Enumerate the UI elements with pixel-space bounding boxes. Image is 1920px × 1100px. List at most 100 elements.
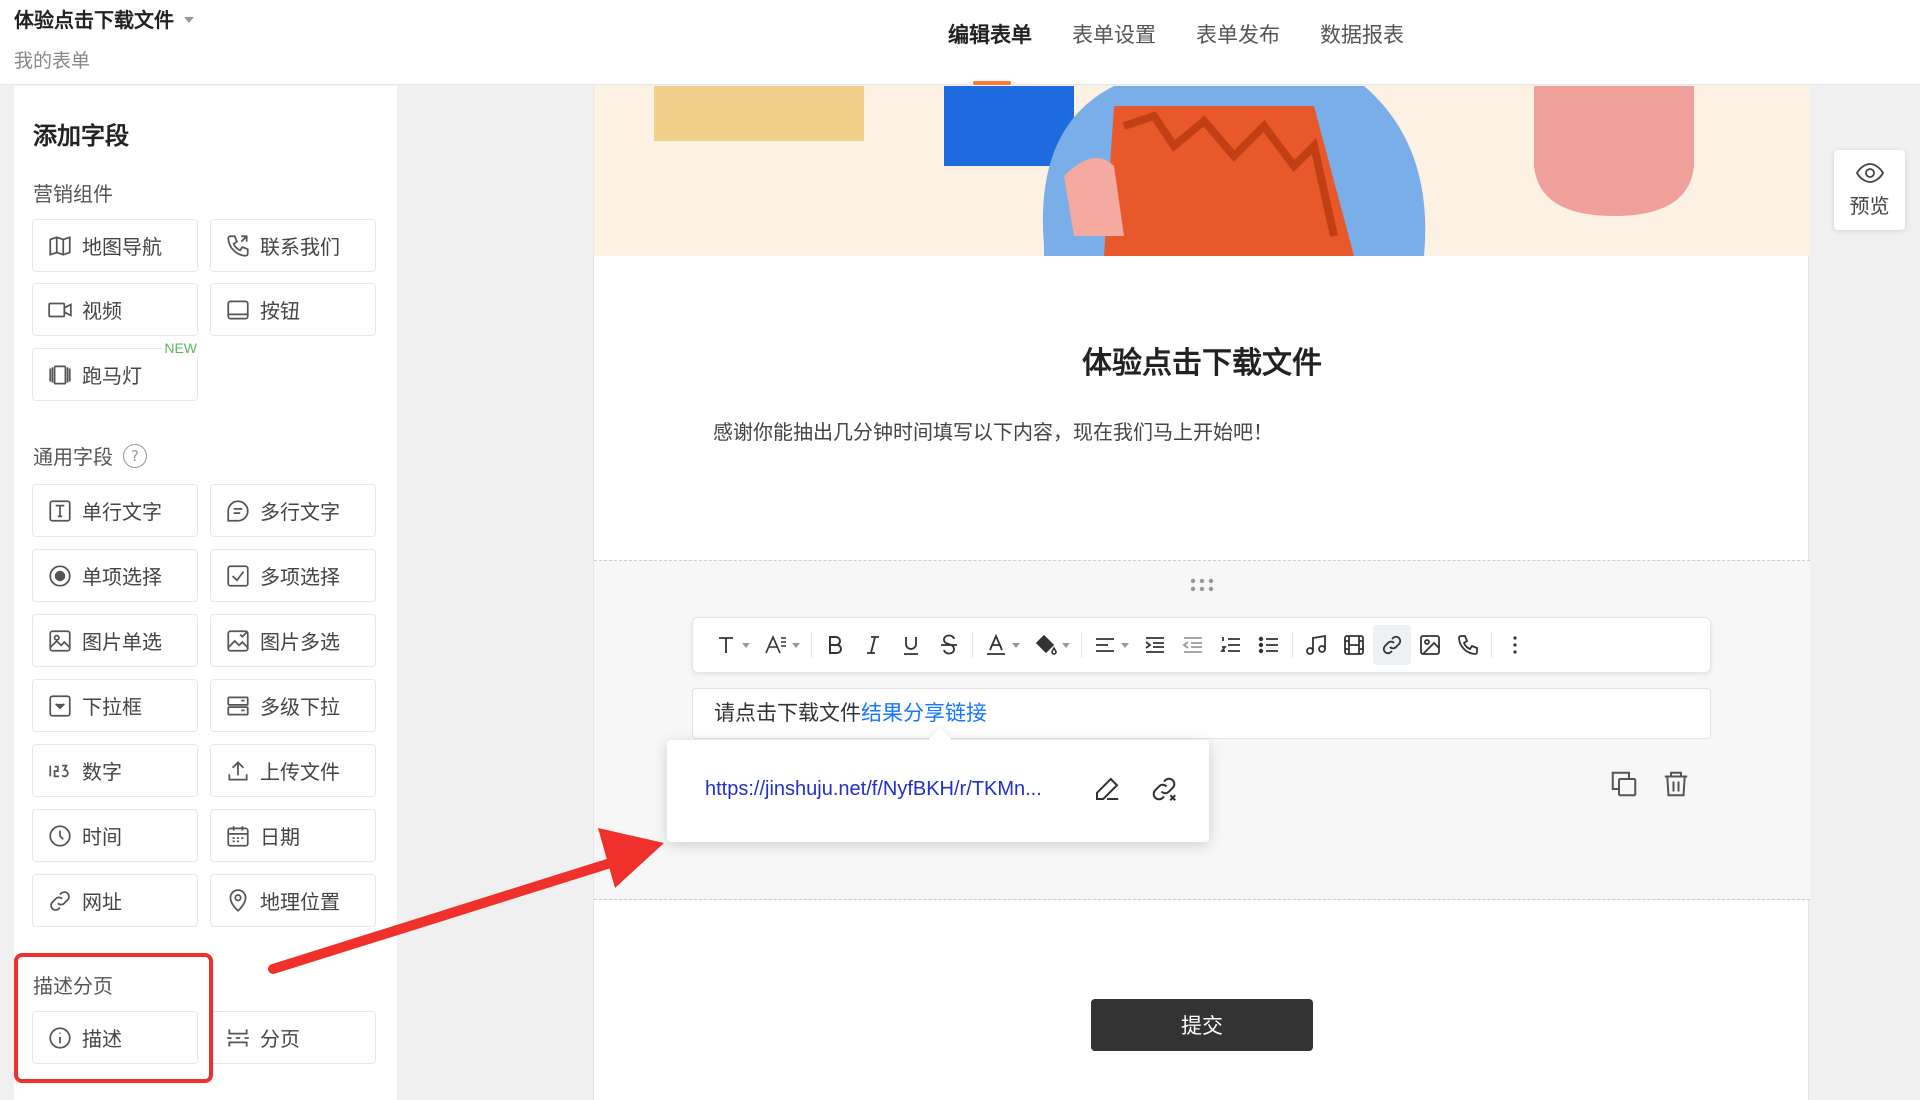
chevron-down-icon[interactable] [184,16,194,23]
calendar-icon [227,825,249,847]
tab-data-report[interactable]: 数据报表 [1320,0,1404,85]
popup-url[interactable]: https://jinshuju.net/f/NyfBKH/r/TKMn... [705,778,1042,801]
form-title[interactable]: 体验点击下载文件 [14,4,174,33]
music-icon [1306,634,1326,655]
link-button[interactable] [1373,625,1411,665]
trash-icon[interactable] [1661,769,1691,799]
field-label: 日期 [260,825,300,849]
field-label: 单项选择 [82,565,162,589]
video-embed-button[interactable] [1335,625,1373,665]
rich-text-input[interactable]: 请点击下载文件结果分享链接 [692,688,1711,739]
phone-button[interactable] [1449,625,1487,665]
submit-button[interactable]: 提交 [1091,999,1313,1051]
text-field-icon [49,499,71,522]
indent-button[interactable] [1136,625,1174,665]
video-icon [48,302,72,317]
paint-bucket-icon [1035,634,1057,655]
unlink-icon[interactable] [1149,774,1179,804]
field-location[interactable]: 地理位置 [210,874,376,927]
field-upload-file[interactable]: 上传文件 [210,744,376,797]
image-button[interactable] [1411,625,1449,665]
phone-icon [227,234,249,257]
field-url[interactable]: 网址 [32,874,198,927]
font-style-button[interactable] [757,625,807,665]
cascade-icon [227,695,249,716]
field-cascade-dropdown[interactable]: 多级下拉 [210,679,376,732]
link-icon [1382,635,1402,655]
field-multi-choice[interactable]: 多项选择 [210,549,376,602]
field-label: 网址 [82,890,122,914]
field-single-choice[interactable]: 单项选择 [32,549,198,602]
new-badge: NEW [162,340,199,356]
field-number[interactable]: 数字 [32,744,198,797]
field-video[interactable]: 视频 [32,283,198,336]
field-label: 跑马灯 [82,364,142,388]
preview-label: 预览 [1849,193,1890,218]
strikethrough-button[interactable] [930,625,968,665]
copy-icon[interactable] [1609,769,1639,799]
field-marquee[interactable]: 跑马灯 NEW [32,340,199,401]
field-dropdown[interactable]: 下拉框 [32,679,198,732]
main-tabs: 编辑表单 表单设置 表单发布 数据报表 [948,0,1404,85]
field-page-break[interactable]: 分页 [210,1011,376,1064]
field-single-line-text[interactable]: 单行文字 [32,484,198,537]
audio-button[interactable] [1297,625,1335,665]
more-button[interactable] [1496,625,1534,665]
tab-edit-form[interactable]: 编辑表单 [948,0,1032,85]
description-block[interactable]: 请点击下载文件结果分享链接 https://jinshuju.net/f/Nyf… [594,560,1810,900]
field-label: 视频 [82,299,122,323]
page-break-icon [227,1028,249,1047]
form-banner-image [594,86,1810,256]
strikethrough-icon [941,634,957,655]
field-label: 时间 [82,825,122,849]
highlight-color-button[interactable] [1027,625,1077,665]
indent-icon [1145,637,1164,653]
field-contact-us[interactable]: 联系我们 [210,219,376,272]
field-image-single[interactable]: 图片单选 [32,614,198,667]
field-time[interactable]: 时间 [32,809,198,862]
number-icon [49,764,69,777]
ordered-list-button[interactable] [1212,625,1250,665]
field-button[interactable]: 按钮 [210,283,376,336]
font-size-button[interactable] [707,625,757,665]
field-label: 按钮 [260,299,300,323]
bullet-list-button[interactable] [1250,625,1288,665]
section-title-general-label: 通用字段 [33,445,113,469]
eye-icon [1855,162,1884,183]
field-multi-line-text[interactable]: 多行文字 [210,484,376,537]
top-header: 体验点击下载文件 我的表单 编辑表单 表单设置 表单发布 数据报表 [0,0,1920,85]
field-image-multi[interactable]: 图片多选 [210,614,376,667]
preview-button[interactable]: 预览 [1834,150,1905,230]
highlight-box [14,953,213,1083]
field-label: 图片单选 [82,630,162,654]
dropdown-icon [49,694,71,717]
underline-button[interactable] [892,625,930,665]
field-label: 上传文件 [260,760,340,784]
font-color-button[interactable] [977,625,1027,665]
selected-link-text[interactable]: 结果分享链接 [861,701,987,725]
banner-illustration [654,86,1694,256]
form-intro-text[interactable]: 感谢你能抽出几分钟时间填写以下内容，现在我们马上开始吧！ [713,416,1273,445]
bold-button[interactable] [816,625,854,665]
tab-form-settings[interactable]: 表单设置 [1072,0,1156,85]
field-label: 联系我们 [260,235,340,259]
help-icon[interactable]: ? [123,443,147,468]
italic-button[interactable] [854,625,892,665]
checkbox-icon [227,564,249,587]
align-button[interactable] [1086,625,1136,665]
section-title-general: 通用字段 ? [33,441,147,470]
field-date[interactable]: 日期 [210,809,376,862]
field-label: 多级下拉 [260,695,340,719]
field-label: 数字 [82,760,122,784]
bullet-list-icon [1258,636,1278,654]
underline-icon [904,637,918,655]
tab-form-publish[interactable]: 表单发布 [1196,0,1280,85]
outdent-button[interactable] [1174,625,1212,665]
edit-link-icon[interactable] [1092,774,1122,804]
field-map-navigation[interactable]: 地图导航 [32,219,198,272]
breadcrumb[interactable]: 我的表单 [14,46,90,73]
more-vertical-icon [1513,636,1517,654]
drag-handle-icon[interactable] [1189,577,1215,593]
form-heading[interactable]: 体验点击下载文件 [594,338,1810,382]
form-title-row[interactable]: 体验点击下载文件 [14,4,194,33]
